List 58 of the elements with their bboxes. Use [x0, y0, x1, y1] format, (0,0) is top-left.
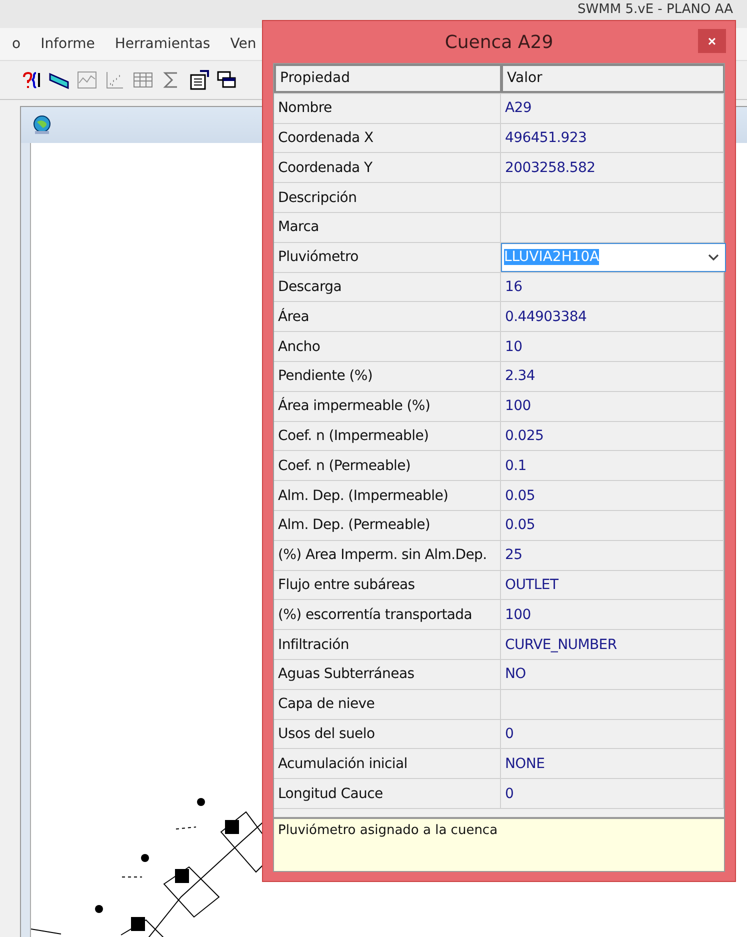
- property-value[interactable]: 0.025: [501, 422, 724, 450]
- property-value[interactable]: 0.05: [501, 510, 724, 540]
- property-name: Infiltración: [274, 630, 501, 659]
- property-name: Área impermeable (%): [274, 392, 501, 421]
- column-header[interactable]: Valor: [501, 64, 724, 93]
- menu-item[interactable]: Ven: [230, 36, 256, 52]
- property-name: Alm. Dep. (Impermeable): [274, 481, 501, 510]
- property-value[interactable]: 25: [501, 540, 724, 570]
- properties-icon[interactable]: [188, 69, 210, 91]
- property-name: Marca: [274, 212, 501, 242]
- property-name: Coordenada X: [274, 124, 501, 152]
- description-text: Pluviómetro asignado a la cuenca: [273, 818, 725, 872]
- property-value[interactable]: CURVE_NUMBER: [501, 630, 724, 659]
- property-value[interactable]: 0.44903384: [501, 302, 724, 332]
- property-value[interactable]: NONE: [501, 749, 724, 778]
- property-name: Coef. n (Permeable): [274, 451, 501, 480]
- chevron-icon: [708, 254, 719, 261]
- property-name: Coordenada Y: [274, 153, 501, 182]
- property-name: Capa de nieve: [274, 690, 501, 719]
- property-value[interactable]: 10: [501, 332, 724, 361]
- property-name: Área: [274, 302, 501, 332]
- property-name: Flujo entre subáreas: [274, 570, 501, 600]
- property-value[interactable]: 496451.923: [501, 124, 724, 152]
- property-value[interactable]: A29: [501, 94, 724, 123]
- property-value[interactable]: 0: [501, 720, 724, 748]
- property-value[interactable]: 100: [501, 600, 724, 630]
- property-value[interactable]: 16: [501, 272, 724, 302]
- property-name: Pendiente (%): [274, 362, 501, 391]
- menu-item[interactable]: Herramientas: [114, 36, 210, 52]
- property-name: Usos del suelo: [274, 720, 501, 748]
- property-value[interactable]: 0: [501, 779, 724, 808]
- app-title: SWMM 5.vE - PLANO AA: [578, 2, 733, 19]
- property-name: Longitud Cauce: [274, 779, 501, 808]
- property-name: Aguas Subterráneas: [274, 660, 501, 689]
- column-header[interactable]: Propiedad: [274, 64, 501, 93]
- property-value[interactable]: 0.05: [501, 481, 724, 510]
- property-value[interactable]: 2003258.582: [501, 153, 724, 182]
- menu-item[interactable]: Informe: [40, 36, 95, 52]
- property-value[interactable]: 0.1: [501, 451, 724, 480]
- globe-icon: [31, 114, 53, 136]
- property-value[interactable]: OUTLET: [501, 570, 724, 600]
- property-name: Acumulación inicial: [274, 749, 501, 778]
- property-name: Descripción: [274, 183, 501, 212]
- property-name: Alm. Dep. (Permeable): [274, 510, 501, 540]
- property-name: Coef. n (Impermeable): [274, 422, 501, 450]
- property-name: (%) escorrentía transportada: [274, 600, 501, 630]
- windows-icon[interactable]: [216, 69, 238, 91]
- property-name: Descarga: [274, 272, 501, 302]
- close-button[interactable]: ×: [698, 29, 726, 53]
- help-icon[interactable]: [20, 69, 42, 91]
- property-value[interactable]: 100: [501, 392, 724, 421]
- property-name: (%) Area Imperm. sin Alm.Dep.: [274, 540, 501, 570]
- menu-item[interactable]: o: [12, 36, 21, 52]
- property-value[interactable]: NO: [501, 660, 724, 689]
- dialog-title: Cuenca A29: [444, 32, 554, 52]
- property-name: Ancho: [274, 332, 501, 361]
- property-name: Nombre: [274, 94, 501, 123]
- property-value[interactable]: 2.34: [501, 362, 724, 391]
